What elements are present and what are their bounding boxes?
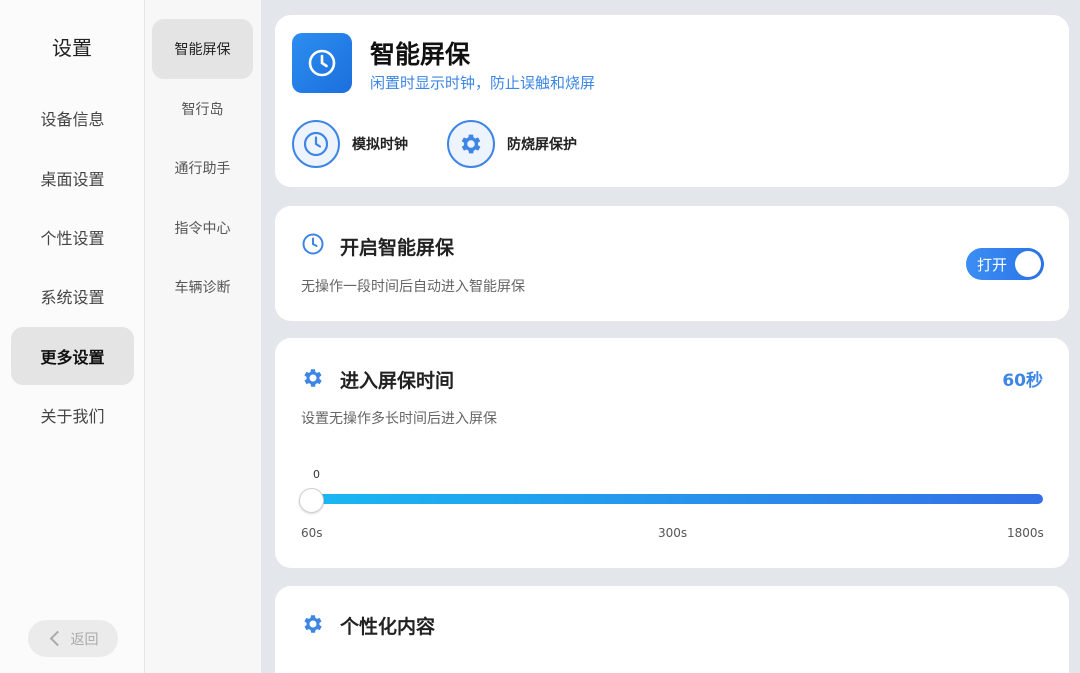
sidebar-item-device-info[interactable]: 设备信息 [11, 89, 134, 147]
feature-label: 模拟时钟 [352, 137, 408, 153]
sidebar-item-about[interactable]: 关于我们 [11, 386, 134, 444]
header-card: 智能屏保 闲置时显示时钟，防止误触和烧屏 模拟时钟 防烧屏保护 [275, 15, 1069, 187]
gear-icon [461, 134, 481, 154]
subnav-item-screensaver[interactable]: 智能屏保 [152, 19, 253, 79]
feature-icon-wrap [292, 120, 340, 168]
feature-burn-protection: 防烧屏保护 [447, 120, 577, 168]
clock-icon [303, 131, 329, 157]
main-content: 智能屏保 闲置时显示时钟，防止误触和烧屏 模拟时钟 防烧屏保护 开启智能屏保 无… [262, 0, 1080, 673]
page-subtitle: 闲置时显示时钟，防止误触和烧屏 [370, 74, 596, 92]
enable-desc: 无操作一段时间后自动进入智能屏保 [301, 279, 525, 295]
enable-card: 开启智能屏保 无操作一段时间后自动进入智能屏保 打开 [275, 206, 1069, 321]
personal-title: 个性化内容 [340, 616, 436, 638]
toggle-label: 打开 [977, 255, 1008, 274]
slider-tick-mid: 300s [658, 526, 688, 540]
sidebar-item-personal[interactable]: 个性设置 [11, 208, 134, 266]
subnav-item-pass-assistant[interactable]: 通行助手 [152, 138, 253, 198]
timeout-title: 进入屏保时间 [340, 370, 455, 392]
back-button[interactable]: 返回 [28, 620, 118, 657]
sidebar-item-more[interactable]: 更多设置 [11, 327, 134, 385]
toggle-knob [1015, 251, 1041, 277]
timeout-value: 60秒 [1002, 371, 1043, 391]
slider-current-value: 0 [313, 468, 320, 481]
timeout-slider-track[interactable] [301, 494, 1043, 504]
slider-tick-max: 1800s [1007, 526, 1044, 540]
sidebar-item-desktop[interactable]: 桌面设置 [11, 149, 134, 207]
enable-title: 开启智能屏保 [340, 237, 455, 259]
chevron-left-icon [49, 630, 65, 647]
slider-tick-min: 60s [301, 526, 323, 540]
sidebar-item-system[interactable]: 系统设置 [11, 267, 134, 325]
personal-card: 个性化内容 [275, 586, 1069, 673]
clock-icon [302, 233, 324, 255]
gear-icon [304, 615, 322, 633]
timeout-slider-thumb[interactable] [299, 488, 324, 513]
settings-sidebar: 设置 设备信息 桌面设置 个性设置 系统设置 更多设置 关于我们 返回 [0, 0, 145, 673]
page-title: 智能屏保 [370, 40, 471, 69]
sub-sidebar: 智能屏保 智行岛 通行助手 指令中心 车辆诊断 [145, 0, 261, 673]
feature-icon-wrap [447, 120, 495, 168]
subnav-item-island[interactable]: 智行岛 [152, 79, 253, 139]
gear-icon [304, 369, 322, 387]
enable-toggle[interactable]: 打开 [966, 248, 1044, 280]
subnav-item-command-center[interactable]: 指令中心 [152, 198, 253, 258]
feature-label: 防烧屏保护 [507, 137, 577, 153]
app-icon [292, 33, 352, 93]
clock-icon [308, 49, 336, 77]
back-label: 返回 [70, 631, 99, 648]
subnav-item-diagnosis[interactable]: 车辆诊断 [152, 257, 253, 317]
feature-analog-clock: 模拟时钟 [292, 120, 408, 168]
timeout-desc: 设置无操作多长时间后进入屏保 [301, 411, 497, 427]
timeout-card: 进入屏保时间 60秒 设置无操作多长时间后进入屏保 0 60s 300s 180… [275, 338, 1069, 568]
sidebar-title: 设置 [52, 36, 92, 60]
